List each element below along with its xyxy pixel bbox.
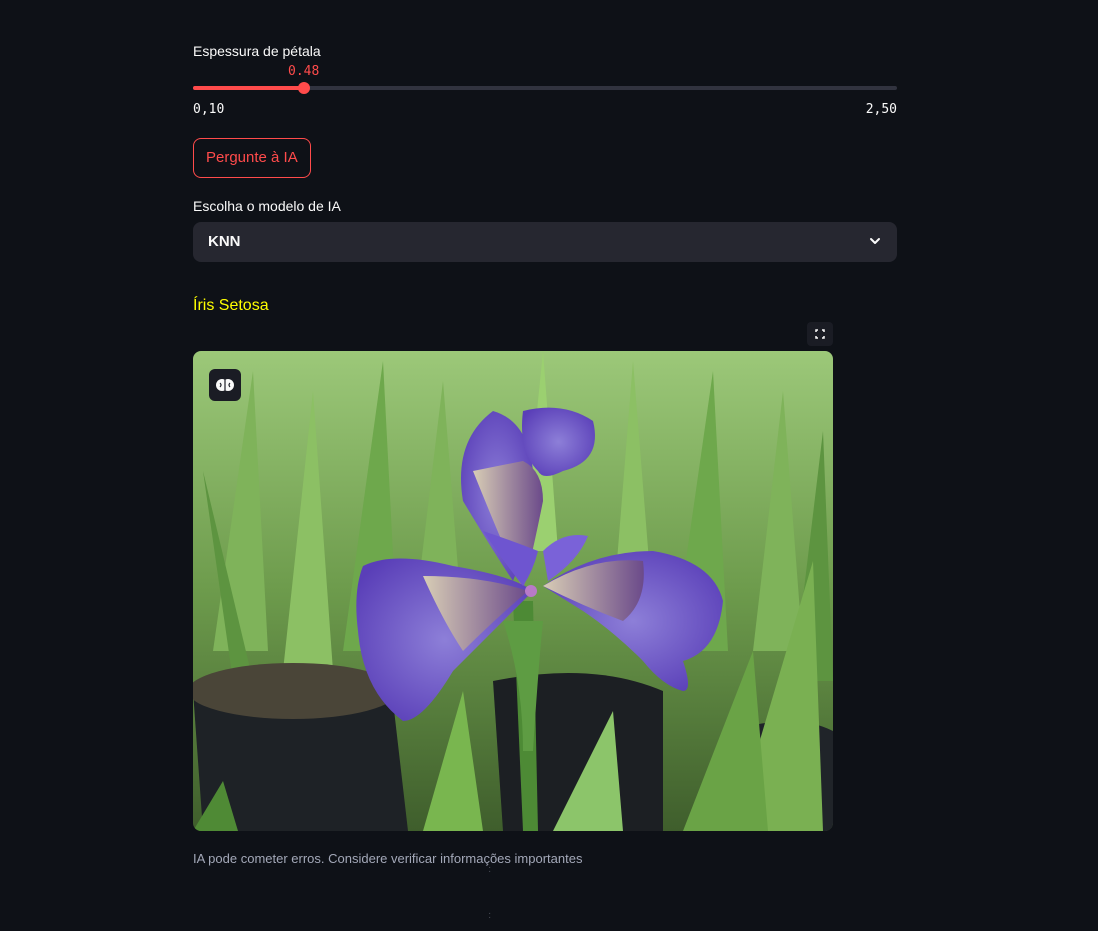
slider-value: 0.48 [288, 64, 320, 79]
iris-flower-photo [193, 351, 833, 831]
main-content: Espessura de pétala 0.48 0,10 2,50 Pergu… [193, 0, 897, 931]
iris-image [193, 351, 833, 831]
slider-fill [193, 86, 305, 90]
brain-icon [216, 379, 234, 391]
slider-label: Espessura de pétala [193, 43, 321, 59]
drag-handle-upper: · · [488, 862, 492, 877]
model-select[interactable]: KNN [193, 222, 897, 262]
prediction-title: Íris Setosa [193, 297, 269, 314]
model-select-label: Escolha o modelo de IA [193, 198, 341, 214]
fullscreen-icon [815, 329, 825, 339]
petal-width-slider[interactable] [193, 82, 897, 94]
drag-handle-lower: · · [488, 908, 492, 923]
brain-badge [209, 369, 241, 401]
slider-min-label: 0,10 [193, 102, 225, 117]
model-select-value: KNN [208, 233, 241, 250]
fullscreen-button[interactable] [807, 322, 833, 346]
chevron-down-icon [870, 238, 880, 244]
slider-thumb[interactable] [298, 82, 311, 94]
ai-disclaimer: IA pode cometer erros. Considere verific… [193, 851, 583, 866]
slider-max-label: 2,50 [865, 102, 897, 117]
ask-ai-button[interactable]: Pergunte à IA [193, 138, 311, 178]
